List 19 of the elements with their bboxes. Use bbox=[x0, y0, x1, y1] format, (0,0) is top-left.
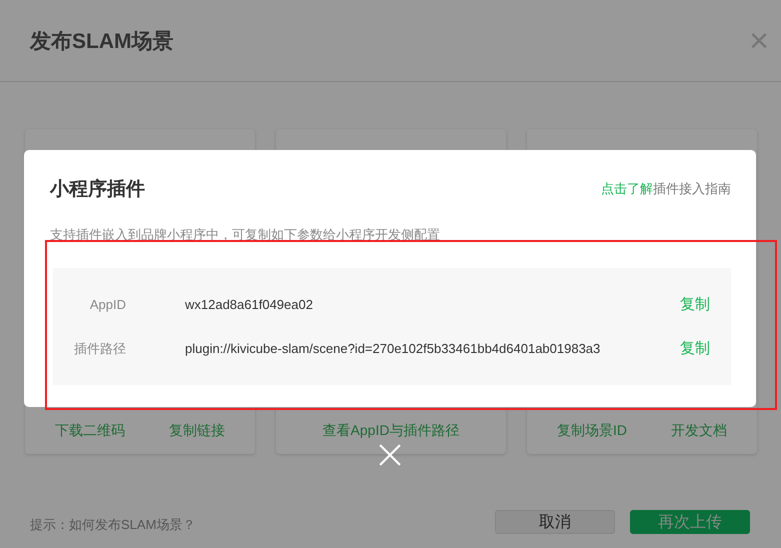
cancel-button[interactable]: 取消 bbox=[495, 510, 615, 534]
guide-link[interactable]: 点击了解插件接入指南 bbox=[601, 180, 731, 198]
close-button[interactable]: × bbox=[749, 24, 769, 58]
param-label: 插件路径 bbox=[73, 340, 126, 358]
param-value: wx12ad8a61f049ea02 bbox=[185, 297, 314, 312]
hint-text: 提示：如何发布SLAM场景？ bbox=[30, 516, 196, 534]
param-value: plugin://kivicube-slam/scene?id=270e102f5b33461bb4d6401ab01983a3 bbox=[185, 341, 602, 356]
close-icon[interactable] bbox=[379, 444, 401, 466]
page-title: 发布SLAM场景 bbox=[30, 28, 174, 54]
card-action-link[interactable]: 开发文档 bbox=[671, 422, 727, 440]
card-action-link[interactable]: 查看AppID与插件路径 bbox=[322, 422, 460, 440]
copy-link[interactable]: 复制 bbox=[680, 339, 710, 358]
modal-title: 小程序插件 bbox=[50, 178, 145, 202]
param-label: AppID bbox=[88, 297, 126, 312]
card-action-link[interactable]: 复制链接 bbox=[169, 422, 225, 440]
upload-again-button[interactable]: 再次上传 bbox=[630, 510, 750, 534]
copy-link[interactable]: 复制 bbox=[680, 295, 710, 314]
card-action-link[interactable]: 下载二维码 bbox=[55, 422, 125, 440]
card-action-link[interactable]: 复制场景ID bbox=[557, 422, 627, 440]
